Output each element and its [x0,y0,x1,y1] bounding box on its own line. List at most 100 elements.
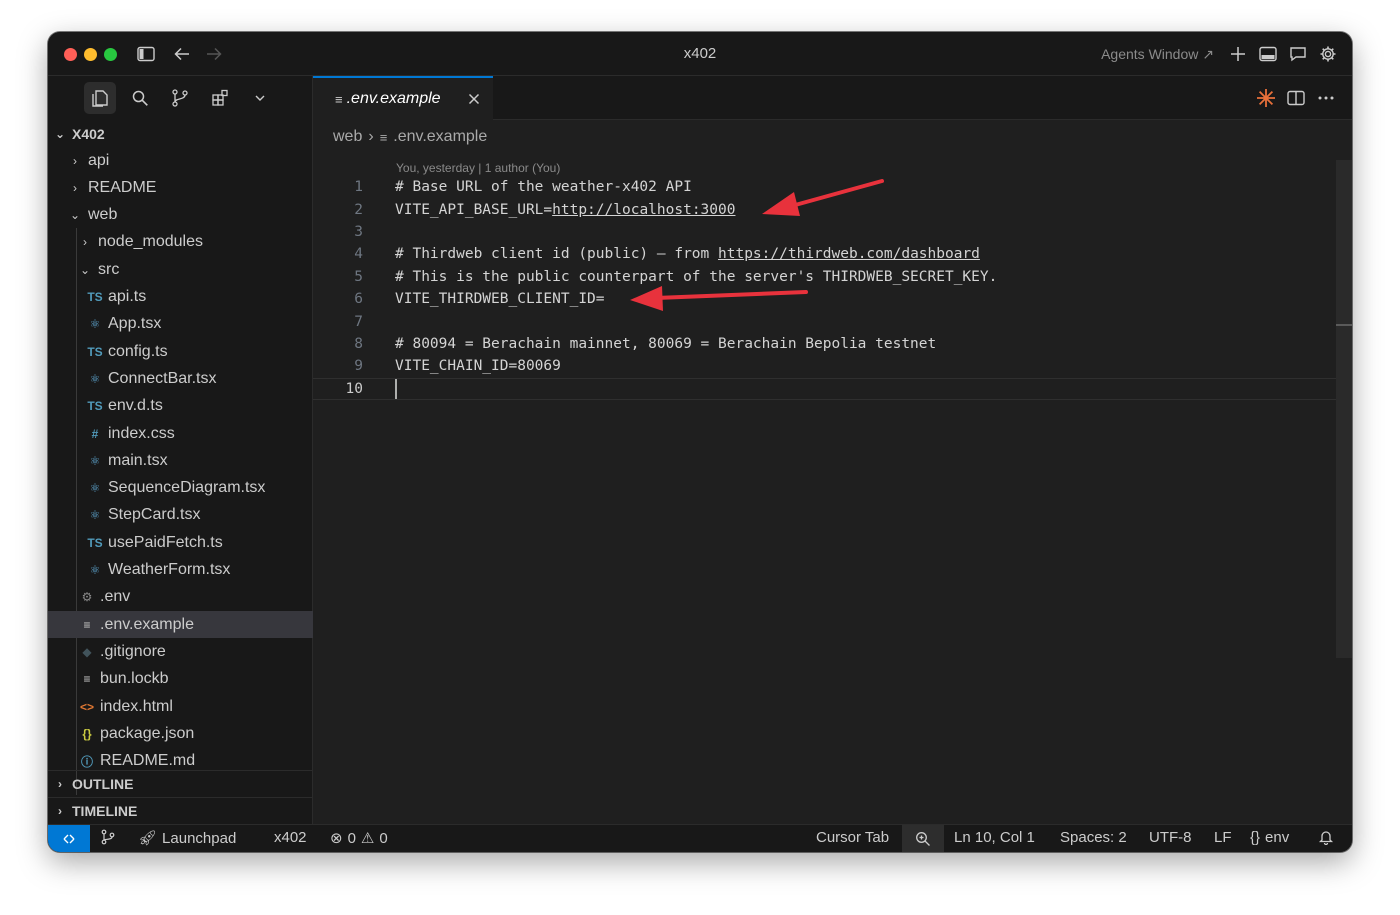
folder-api[interactable]: › api [48,147,313,174]
file-env-d-ts[interactable]: TS env.d.ts [48,393,313,420]
file-config-ts[interactable]: TS config.ts [48,338,313,365]
explorer-root[interactable]: ⌄ X402 [48,120,313,147]
explorer-root-label: X402 [72,125,105,142]
launchpad-button[interactable]: 🚀︎ Launchpad [138,829,237,848]
eol-setting[interactable]: LF [1214,829,1232,846]
line-text: # Thirdweb client id (public) — from htt… [395,246,980,262]
back-arrow-icon[interactable] [172,44,192,64]
close-icon[interactable] [465,90,483,108]
tree-item-label: usePaidFetch.ts [108,533,223,551]
code-line[interactable]: 5 # This is the public counterpart of the… [313,266,1352,288]
line-text: # Base URL of the weather-x402 API [395,179,692,196]
json-icon: {} [82,726,92,741]
notifications-bell-icon[interactable] [1318,829,1334,845]
rocket-icon: 🚀︎ [138,830,158,847]
encoding-setting[interactable]: UTF-8 [1149,829,1192,846]
folder-node-modules[interactable]: › node_modules [48,229,313,256]
more-actions-icon[interactable] [1316,88,1336,108]
cursor-position[interactable]: Ln 10, Col 1 [954,829,1035,846]
file-package-json[interactable]: {} package.json [48,720,313,747]
editor-scrollbar[interactable] [1336,160,1352,658]
plus-icon[interactable] [1228,44,1248,64]
tree-item-label: config.ts [108,342,168,360]
code-line[interactable]: 6 VITE_THIRDWEB_CLIENT_ID= [313,288,1352,310]
status-bar: 🚀︎ Launchpad x402 ⊗ 0 ⚠ 0 Cursor Tab Ln … [48,824,1352,852]
file-env[interactable]: ⚙ .env [48,584,313,611]
tree-item-label: index.css [108,424,175,442]
maximize-window-button[interactable] [104,48,117,61]
file-weatherform-tsx[interactable]: ⚛ WeatherForm.tsx [48,557,313,584]
tree-item-label: package.json [100,724,195,742]
minimize-window-button[interactable] [84,48,97,61]
chat-icon[interactable] [1288,44,1308,64]
folder-src[interactable]: ⌄ src [48,256,313,283]
split-editor-icon[interactable] [1286,88,1306,108]
warning-icon: ⚠ [360,830,375,847]
extensions-icon[interactable] [204,82,236,114]
file-usepaidfetch-ts[interactable]: TS usePaidFetch.ts [48,529,313,556]
cursor-tab-button[interactable]: Cursor Tab [816,829,889,846]
toggle-sidebar-icon[interactable] [136,44,156,64]
indentation-setting[interactable]: Spaces: 2 [1060,829,1127,846]
file-app-tsx[interactable]: ⚛ App.tsx [48,311,313,338]
code-line[interactable]: 7 [313,310,1352,332]
url-link[interactable]: http://localhost:3000 [552,202,735,218]
sparkle-icon[interactable] [1256,88,1276,108]
code-line[interactable]: 9 VITE_CHAIN_ID=80069 [313,355,1352,377]
url-link[interactable]: https://thirdweb.com/dashboard [718,246,980,262]
tab-env-example[interactable]: ≡ .env.example [313,76,493,120]
sidebar-view-switcher [48,76,312,120]
gear-icon: ⚙ [81,590,93,605]
search-icon[interactable] [124,82,156,114]
code-line[interactable]: 8 # 80094 = Berachain mainnet, 80069 = Be… [313,333,1352,355]
files-icon[interactable] [84,82,116,114]
code-line[interactable]: 3 [313,221,1352,243]
tree-item-label: App.tsx [108,315,162,333]
language-mode[interactable]: {} env [1250,829,1289,846]
gear-icon[interactable] [1318,44,1338,64]
git-blame-annotation[interactable]: You, yesterday | 1 author (You) [396,161,560,175]
agents-window-label: Agents Window [1101,46,1199,62]
file-sequencediagram-tsx[interactable]: ⚛ SequenceDiagram.tsx [48,475,313,502]
zoom-icon[interactable] [902,825,944,852]
file-main-tsx[interactable]: ⚛ main.tsx [48,447,313,474]
launchpad-label: Launchpad [162,829,237,847]
tree-item-label: WeatherForm.tsx [108,561,231,578]
file-index-html[interactable]: <> index.html [48,693,313,720]
file-bun-lockb[interactable]: ≡ bun.lockb [48,666,313,693]
file-index-css[interactable]: # index.css [48,420,313,447]
language-label: env [1265,829,1290,846]
code-line[interactable]: 10 [313,377,1352,400]
file-stepcard-tsx[interactable]: ⚛ StepCard.tsx [48,502,313,529]
breadcrumb-folder[interactable]: web [333,128,362,146]
remote-indicator[interactable] [48,825,90,852]
breadcrumb-file[interactable]: .env.example [393,128,487,146]
braces-icon: {} [1250,829,1261,846]
editor-tab-bar: ≡ .env.example [313,76,1352,120]
project-name[interactable]: x402 [274,829,307,846]
file-gitignore[interactable]: ◆ .gitignore [48,638,313,665]
code-editor[interactable]: 1 # Base URL of the weather-x402 API 2 VITE… [313,176,1352,816]
timeline-panel-header[interactable]: › TIMELINE [48,797,313,824]
error-icon: ⊗ [330,830,343,847]
problems-indicator[interactable]: ⊗ 0 ⚠ 0 [330,829,388,848]
file-connectbar-tsx[interactable]: ⚛ ConnectBar.tsx [48,365,313,392]
chevron-down-icon[interactable] [244,82,276,114]
outline-panel-header[interactable]: › OUTLINE [48,770,313,797]
agents-window-link[interactable]: Agents Window ↗ [1101,46,1214,63]
line-number: 8 [354,335,363,352]
code-line[interactable]: 1 # Base URL of the weather-x402 API [313,176,1352,198]
code-line[interactable]: 4 # Thirdweb client id (public) — from ht… [313,243,1352,265]
folder-web[interactable]: ⌄ web [48,202,313,229]
toggle-panel-icon[interactable] [1258,44,1278,64]
code-line[interactable]: 2 VITE_API_BASE_URL=http://localhost:3000 [313,198,1352,220]
chevron-right-icon: › [58,804,62,818]
git-graph-icon[interactable] [100,829,116,845]
react-icon: ⚛ [89,453,101,468]
close-window-button[interactable] [64,48,77,61]
file-env-example[interactable]: ≡ .env.example [48,611,313,639]
source-control-icon[interactable] [164,82,196,114]
forward-arrow-icon[interactable] [204,44,224,64]
folder-readme[interactable]: › README [48,174,313,201]
file-api-ts[interactable]: TS api.ts [48,284,313,311]
